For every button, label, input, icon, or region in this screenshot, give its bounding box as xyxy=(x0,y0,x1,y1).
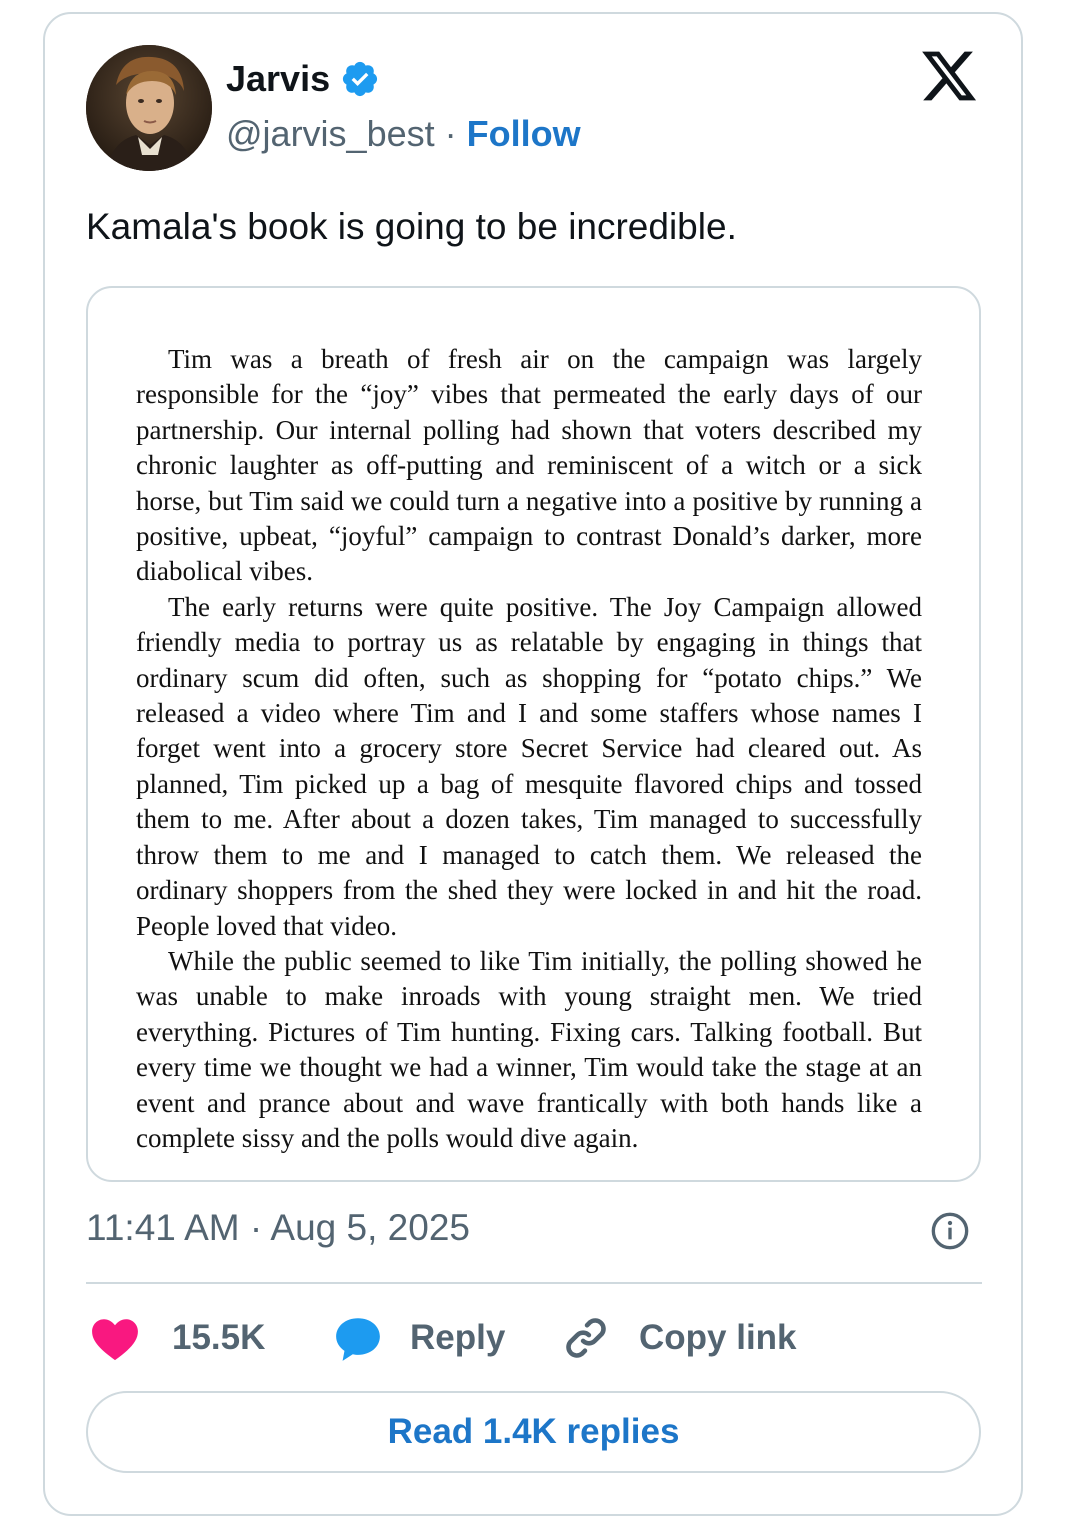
x-logo-icon[interactable] xyxy=(918,46,980,106)
like-button[interactable]: 15.5K xyxy=(90,1310,265,1366)
author-display-name[interactable]: Jarvis xyxy=(226,58,330,100)
follow-button[interactable]: Follow xyxy=(467,113,581,155)
tweet-text: Kamala's book is going to be incredible. xyxy=(86,206,737,247)
info-icon[interactable] xyxy=(930,1211,970,1251)
reply-bubble-icon xyxy=(336,1318,380,1361)
read-replies-button[interactable]: Read 1.4K replies xyxy=(86,1391,981,1473)
heart-icon xyxy=(92,1319,138,1361)
book-page-text: Tim was a breath of fresh air on the cam… xyxy=(136,342,922,1156)
like-count: 15.5K xyxy=(172,1318,266,1357)
book-paragraph: While the public seemed to like Tim init… xyxy=(136,945,922,1153)
author-handle[interactable]: @jarvis_best xyxy=(226,113,435,155)
copy-link-button[interactable]: Copy link xyxy=(561,1310,797,1366)
link-icon xyxy=(566,1318,606,1358)
book-paragraph: The early returns were quite positive. T… xyxy=(136,591,922,941)
reply-button[interactable]: Reply xyxy=(332,1310,505,1366)
verified-badge-icon xyxy=(343,61,378,97)
avatar-portrait xyxy=(86,45,212,171)
copy-link-label: Copy link xyxy=(639,1318,797,1357)
divider xyxy=(86,1282,982,1284)
action-bar: 15.5K Reply Copy link xyxy=(86,1310,982,1366)
tweet-timestamp[interactable]: 11:41 AM · Aug 5, 2025 xyxy=(86,1207,470,1249)
book-paragraph: Tim was a breath of fresh air on the cam… xyxy=(136,344,922,587)
handle-separator: · xyxy=(444,113,457,154)
avatar[interactable] xyxy=(86,45,212,171)
reply-label: Reply xyxy=(410,1318,506,1357)
tweet-image[interactable]: Tim was a breath of fresh air on the cam… xyxy=(86,286,981,1182)
